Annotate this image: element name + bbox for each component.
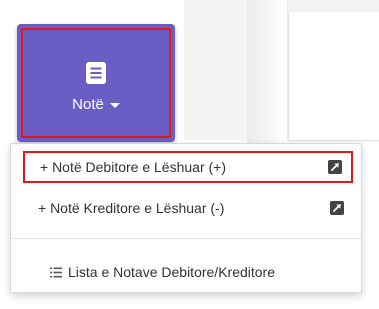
external-link-icon[interactable] — [328, 160, 342, 174]
menu-item-credit-note[interactable]: + Notë Kreditore e Lëshuar (-) — [23, 192, 353, 224]
menu-item-debit-note-label: + Notë Debitore e Lëshuar (+) — [40, 159, 226, 175]
background-card — [288, 0, 379, 141]
background-divider — [247, 0, 287, 150]
note-document-icon — [86, 62, 106, 84]
menu-item-notes-list-label: Lista e Notave Debitore/Kreditore — [68, 264, 275, 280]
menu-item-debit-note[interactable]: + Notë Debitore e Lëshuar (+) — [23, 151, 353, 183]
note-button[interactable]: Notë — [17, 24, 175, 142]
background-strip — [288, 0, 379, 12]
note-label-row: Notë — [72, 96, 120, 113]
list-icon — [50, 267, 62, 277]
note-button-label: Notë — [72, 96, 104, 113]
menu-divider — [11, 238, 361, 239]
chevron-down-icon — [109, 102, 120, 108]
external-link-icon[interactable] — [330, 201, 344, 215]
menu-item-credit-note-label: + Notë Kreditore e Lëshuar (-) — [38, 200, 225, 216]
menu-item-notes-list[interactable]: Lista e Notave Debitore/Kreditore — [23, 256, 353, 288]
note-dropdown-menu: + Notë Debitore e Lëshuar (+) + Notë Kre… — [10, 143, 362, 293]
